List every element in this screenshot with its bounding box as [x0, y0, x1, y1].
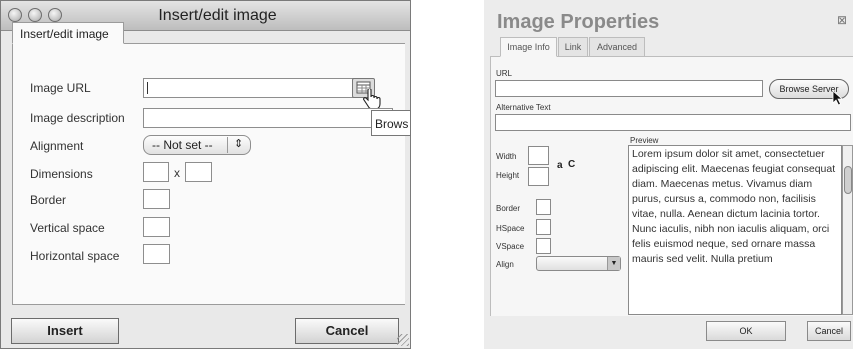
separator: [411, 0, 484, 349]
alignment-select-value: -- Not set --: [152, 138, 213, 152]
browse-tooltip: Brows: [371, 110, 411, 136]
height-input[interactable]: [528, 167, 549, 186]
border-label: Border: [30, 193, 67, 207]
alternative-text-input[interactable]: [495, 114, 851, 131]
vspace-label: VSpace: [496, 242, 525, 251]
tab-insert-edit-image[interactable]: Insert/edit image: [12, 22, 124, 44]
image-url-label: Image URL: [30, 81, 91, 95]
align-label: Align: [496, 260, 514, 269]
image-description-label: Image description: [30, 111, 125, 125]
vertical-space-label: Vertical space: [30, 221, 105, 235]
alignment-select[interactable]: -- Not set -- ⇕: [143, 135, 251, 155]
lock-ratio-icon[interactable]: a: [557, 160, 563, 171]
tab-link[interactable]: Link: [558, 37, 588, 57]
horizontal-space-input[interactable]: [143, 244, 170, 264]
resize-grip-icon[interactable]: [397, 334, 409, 346]
cancel-button[interactable]: Cancel: [295, 318, 399, 344]
dialog-title: Image Properties: [497, 11, 660, 33]
dimensions-label: Dimensions: [30, 167, 93, 181]
hspace-input[interactable]: [536, 219, 551, 235]
arrow-cursor-icon: [832, 90, 844, 106]
vertical-space-input[interactable]: [143, 217, 170, 237]
ok-button[interactable]: OK: [706, 321, 786, 341]
alignment-label: Alignment: [30, 139, 84, 153]
width-label: Width: [496, 152, 517, 161]
width-input[interactable]: [528, 146, 549, 165]
vspace-input[interactable]: [536, 238, 551, 254]
cancel-button[interactable]: Cancel: [807, 321, 851, 341]
horizontal-space-label: Horizontal space: [30, 249, 120, 263]
dimensions-separator: x: [174, 166, 180, 180]
reset-size-icon[interactable]: C: [568, 159, 575, 170]
url-input[interactable]: [495, 80, 763, 97]
preview-box: Lorem ipsum dolor sit amet, consectetuer…: [628, 145, 842, 315]
height-input[interactable]: [185, 162, 212, 182]
image-description-input[interactable]: [143, 108, 393, 128]
tab-advanced[interactable]: Advanced: [589, 37, 645, 57]
url-label: URL: [496, 69, 513, 78]
border-label: Border: [496, 204, 521, 213]
border-input[interactable]: [143, 189, 170, 209]
alternative-text-label: Alternative Text: [496, 103, 551, 112]
insert-button[interactable]: Insert: [11, 318, 119, 344]
chevron-down-icon: ▼: [607, 257, 620, 270]
border-input[interactable]: [536, 199, 551, 215]
image-url-input[interactable]: [143, 78, 373, 98]
width-input[interactable]: [143, 162, 169, 182]
tab-image-info[interactable]: Image Info: [500, 37, 557, 57]
height-label: Height: [496, 171, 520, 180]
select-stepper-icon: ⇕: [227, 137, 243, 153]
scrollbar-thumb[interactable]: [844, 166, 852, 194]
preview-label: Preview: [630, 136, 659, 145]
close-icon[interactable]: ⊠: [837, 13, 847, 27]
hspace-label: HSpace: [496, 224, 525, 233]
